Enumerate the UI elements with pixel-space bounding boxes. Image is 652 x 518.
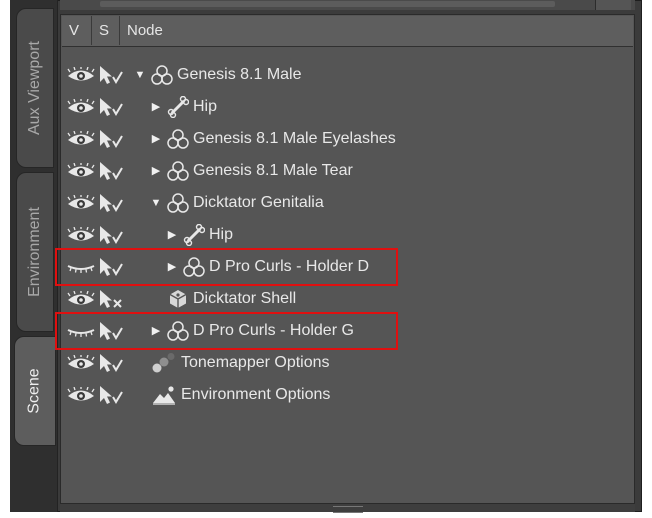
tab-scene[interactable]: Scene	[14, 336, 56, 446]
eye-open-icon[interactable]	[66, 66, 96, 83]
expand-arrow-icon[interactable]: ▶	[149, 155, 163, 187]
eye-open-icon[interactable]	[66, 162, 96, 179]
tree-node[interactable]: ▶ Hip	[149, 91, 217, 123]
bone-icon	[167, 96, 189, 118]
expand-arrow-icon[interactable]: ▶	[149, 315, 163, 347]
tree-node[interactable]: ▶ Hip	[165, 219, 233, 251]
tree-node[interactable]: ▶Environment Options	[133, 379, 330, 411]
column-node-label: Node	[127, 22, 163, 39]
scene-tree: ▼ Genesis 8.1 Male ▶ Hip ▶ Genesis 8.1 Male E…	[55, 59, 634, 411]
expand-arrow-icon[interactable]: ▶	[165, 251, 179, 283]
selectable-icon[interactable]	[97, 384, 125, 406]
tree-node-label: D Pro Curls - Holder G	[193, 322, 354, 339]
column-selectable-label: S	[99, 22, 110, 39]
tree-node[interactable]: ▶Dicktator Shell	[149, 283, 296, 315]
resize-grip[interactable]	[333, 506, 363, 513]
tree-row[interactable]: ▶ D Pro Curls - Holder D	[61, 251, 634, 283]
collapse-arrow-icon[interactable]: ▼	[149, 187, 163, 219]
selectable-icon[interactable]	[97, 64, 125, 86]
tree-row[interactable]: ▼ Dicktator Genitalia	[61, 187, 634, 219]
tree-row[interactable]: ▶ Genesis 8.1 Male Eyelashes	[61, 123, 634, 155]
expand-arrow-icon[interactable]: ▶	[165, 219, 179, 251]
selectable-icon[interactable]	[97, 128, 125, 150]
tree-row[interactable]: ▶ Hip	[61, 91, 634, 123]
figure-icon	[167, 128, 189, 150]
eye-open-icon[interactable]	[66, 194, 96, 211]
tree-node[interactable]: ▶Tonemapper Options	[133, 347, 330, 379]
selectable-icon[interactable]	[97, 256, 125, 278]
tree-node[interactable]: ▶ Genesis 8.1 Male Tear	[149, 155, 353, 187]
figure-icon	[151, 64, 173, 86]
figure-icon	[167, 160, 189, 182]
tree-node[interactable]: ▼ Genesis 8.1 Male	[133, 59, 302, 91]
figure-icon	[167, 192, 189, 214]
selectable-icon[interactable]	[97, 160, 125, 182]
eye-open-icon[interactable]	[66, 130, 96, 147]
column-visibility[interactable]: V	[62, 16, 92, 45]
tonemapper-icon	[151, 352, 177, 374]
tab-environment[interactable]: Environment	[16, 172, 54, 332]
tree-node-label: Hip	[209, 226, 234, 243]
side-tab-strip: Aux Viewport Environment Scene	[10, 0, 58, 512]
eye-closed-icon[interactable]	[66, 323, 96, 339]
selectable-icon[interactable]	[97, 224, 125, 246]
tree-row[interactable]: ▶Environment Options	[61, 379, 634, 411]
collapse-arrow-icon[interactable]: ▼	[133, 59, 147, 91]
selectable-icon[interactable]	[97, 96, 125, 118]
tree-node[interactable]: ▶ D Pro Curls - Holder G	[149, 315, 354, 347]
tab-scene-label: Scene	[26, 368, 43, 414]
column-node[interactable]: Node	[120, 16, 633, 45]
tree-node[interactable]: ▼ Dicktator Genitalia	[149, 187, 324, 219]
top-scrollbar-thumb[interactable]	[100, 1, 555, 7]
tree-node[interactable]: ▶ Genesis 8.1 Male Eyelashes	[149, 123, 396, 155]
eye-open-icon[interactable]	[66, 354, 96, 371]
scene-panel: V S Node ▼ Genesis 8.1 Male ▶ Hip ▶ Genesis 8…	[55, 14, 635, 504]
eye-open-icon[interactable]	[66, 226, 96, 243]
tree-node[interactable]: ▶ D Pro Curls - Holder D	[165, 251, 369, 283]
tree-row[interactable]: ▶ Genesis 8.1 Male Tear	[61, 155, 634, 187]
tree-row[interactable]: ▼ Genesis 8.1 Male	[61, 59, 634, 91]
expand-arrow-icon[interactable]: ▶	[149, 91, 163, 123]
column-selectable[interactable]: S	[92, 16, 120, 45]
selectable-off-icon[interactable]	[97, 288, 125, 310]
selectable-icon[interactable]	[97, 192, 125, 214]
tree-row[interactable]: ▶Tonemapper Options	[61, 347, 634, 379]
eye-open-icon[interactable]	[66, 386, 96, 403]
expand-arrow-icon[interactable]: ▶	[149, 123, 163, 155]
eye-closed-icon[interactable]	[66, 259, 96, 275]
figure-icon	[183, 256, 205, 278]
tree-row[interactable]: ▶Dicktator Shell	[61, 283, 634, 315]
eye-open-icon[interactable]	[66, 98, 96, 115]
figure-icon	[167, 320, 189, 342]
tree-node-label: Hip	[193, 98, 218, 115]
top-scrollbar-handle[interactable]	[595, 0, 631, 10]
tab-aux-viewport[interactable]: Aux Viewport	[16, 8, 54, 168]
tree-row[interactable]: ▶ Hip	[61, 219, 634, 251]
tree-node-label: Tonemapper Options	[181, 354, 330, 371]
tree-node-label: Dicktator Genitalia	[193, 194, 324, 211]
tab-aux-viewport-label: Aux Viewport	[26, 41, 44, 135]
tab-environment-label: Environment	[26, 207, 44, 297]
tree-node-label: Genesis 8.1 Male Eyelashes	[193, 130, 396, 147]
tree-node-label: Environment Options	[181, 386, 331, 403]
eye-open-icon[interactable]	[66, 290, 96, 307]
tree-node-label: Genesis 8.1 Male	[177, 66, 302, 83]
tree-row[interactable]: ▶ D Pro Curls - Holder G	[61, 315, 634, 347]
selectable-icon[interactable]	[97, 352, 125, 374]
top-scrollbar[interactable]	[60, 0, 635, 10]
tree-node-label: Genesis 8.1 Male Tear	[193, 162, 353, 179]
column-header: V S Node	[62, 16, 633, 47]
bone-icon	[183, 224, 205, 246]
selectable-icon[interactable]	[97, 320, 125, 342]
environment-icon	[151, 384, 177, 406]
tree-node-label: Dicktator Shell	[193, 290, 297, 307]
shell-icon	[167, 288, 189, 310]
tree-node-label: D Pro Curls - Holder D	[209, 258, 370, 275]
column-visibility-label: V	[69, 22, 80, 39]
